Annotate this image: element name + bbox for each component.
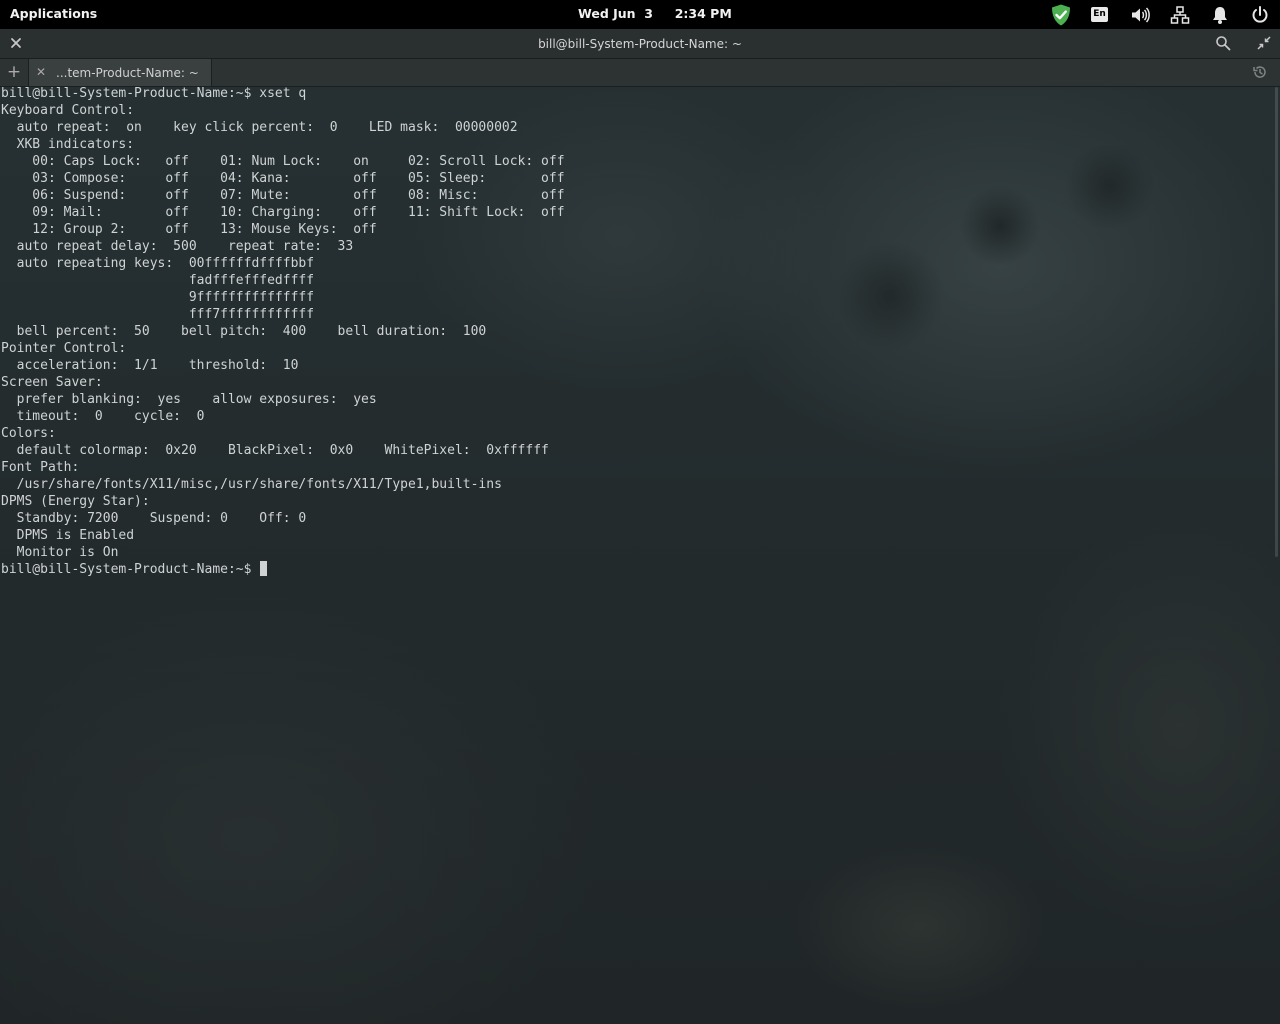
terminal-line: 09: Mail: off 10: Charging: off 11: Shif… [1, 205, 565, 220]
terminal-line: fadfffefffedffff [1, 273, 315, 288]
tab-close-icon[interactable]: ✕ [36, 65, 48, 79]
terminal-output[interactable]: bill@bill-System-Product-Name:~$ xset q … [1, 85, 1273, 578]
keyboard-layout-icon[interactable]: En [1091, 7, 1108, 22]
tab-bar: + ✕ ...tem-Product-Name: ~ [0, 59, 1280, 87]
terminal-line: prefer blanking: yes allow exposures: ye… [1, 392, 377, 407]
terminal-line: Colors: [1, 426, 56, 441]
window-titlebar[interactable]: bill@bill-System-Product-Name: ~ [0, 29, 1280, 59]
unmaximize-icon[interactable] [1256, 35, 1272, 51]
terminal-line: bill@bill-System-Product-Name:~$ xset q [1, 86, 307, 101]
terminal-scrollbar[interactable] [1274, 87, 1280, 1024]
terminal-line: 03: Compose: off 04: Kana: off 05: Sleep… [1, 171, 565, 186]
terminal-line: /usr/share/fonts/X11/misc,/usr/share/fon… [1, 477, 502, 492]
terminal-cursor [260, 561, 268, 576]
clock[interactable]: Wed Jun 3 2:34 PM [578, 6, 732, 21]
add-tab-icon[interactable]: + [6, 64, 22, 81]
search-icon[interactable] [1215, 35, 1231, 51]
terminal-window: bill@bill-System-Product-Name: ~ + ✕ ...… [0, 29, 1280, 1024]
terminal-line: DPMS (Energy Star): [1, 494, 150, 509]
terminal-line: Pointer Control: [1, 341, 127, 356]
terminal-prompt: bill@bill-System-Product-Name:~$ [1, 562, 260, 577]
terminal-line: auto repeat: on key click percent: 0 LED… [1, 120, 518, 135]
terminal-line: Standby: 7200 Suspend: 0 Off: 0 [1, 511, 307, 526]
terminal-line: default colormap: 0x20 BlackPixel: 0x0 W… [1, 443, 549, 458]
terminal-line: auto repeat delay: 500 repeat rate: 33 [1, 239, 354, 254]
check-shield-icon[interactable] [1049, 3, 1073, 27]
scrollbar-thumb[interactable] [1275, 87, 1278, 557]
volume-icon[interactable] [1130, 5, 1150, 25]
window-title: bill@bill-System-Product-Name: ~ [538, 37, 742, 51]
tab-label: ...tem-Product-Name: ~ [56, 66, 199, 80]
terminal-line: timeout: 0 cycle: 0 [1, 409, 205, 424]
network-icon[interactable] [1170, 5, 1190, 25]
terminal-line: 00: Caps Lock: off 01: Num Lock: on 02: … [1, 154, 565, 169]
top-panel: Applications Wed Jun 3 2:34 PM En [0, 0, 1280, 29]
terminal-line: fff7ffffffffffff [1, 307, 315, 322]
terminal-line: auto repeating keys: 00ffffffdffffbbf [1, 256, 315, 271]
terminal-line: Monitor is On [1, 545, 119, 560]
notification-bell-icon[interactable] [1210, 5, 1230, 25]
applications-menu[interactable]: Applications [10, 6, 97, 21]
terminal-prompt-line[interactable]: bill@bill-System-Product-Name:~$ [1, 561, 1273, 578]
tab-terminal[interactable]: ✕ ...tem-Product-Name: ~ [28, 59, 212, 86]
terminal-line: bell percent: 50 bell pitch: 400 bell du… [1, 324, 487, 339]
terminal-line: Font Path: [1, 460, 80, 475]
power-icon[interactable] [1250, 5, 1270, 25]
terminal-line: acceleration: 1/1 threshold: 10 [1, 358, 299, 373]
terminal-line: 06: Suspend: off 07: Mute: off 08: Misc:… [1, 188, 565, 203]
terminal-line: Keyboard Control: [1, 103, 135, 118]
terminal-line: DPMS is Enabled [1, 528, 135, 543]
terminal-line: 12: Group 2: off 13: Mouse Keys: off [1, 222, 377, 237]
terminal-line: 9fffffffffffffff [1, 290, 315, 305]
terminal-line: Screen Saver: [1, 375, 103, 390]
history-icon[interactable] [1252, 64, 1268, 80]
terminal-line: XKB indicators: [1, 137, 135, 152]
